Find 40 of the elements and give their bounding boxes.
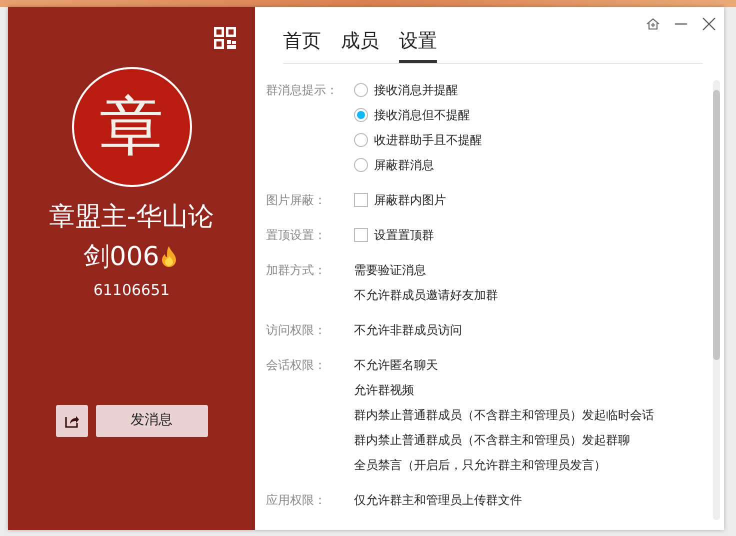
option-label[interactable]: 设置置顶群 — [374, 222, 434, 248]
radio-button[interactable] — [354, 83, 368, 97]
setting-label: 图片屏蔽： — [266, 192, 327, 208]
share-button[interactable] — [56, 404, 88, 436]
group-number: 61106651 — [93, 280, 170, 301]
setting-label: 访问权限： — [266, 322, 327, 338]
setting-value: 不允许群成员邀请好友加群 — [354, 286, 498, 304]
setting-value: 不允许非群成员访问 — [354, 322, 462, 338]
scrollbar[interactable] — [713, 80, 720, 520]
setting-label: 加群方式： — [266, 262, 327, 278]
option-label[interactable]: 接收消息但不提醒 — [374, 102, 470, 128]
setting-value: 全员禁言（开启后，只允许群主和管理员发言） — [354, 456, 606, 474]
setting-label: 置顶设置： — [266, 226, 327, 244]
radio-button[interactable] — [354, 108, 368, 122]
group-avatar: 章 — [72, 67, 192, 187]
tab[interactable]: 成员 — [341, 27, 379, 62]
tab[interactable]: 设置 — [399, 27, 437, 62]
option-label[interactable]: 接收消息并提醒 — [374, 78, 458, 102]
tab[interactable]: 首页 — [283, 27, 321, 62]
group-name: 章盟主-华山论剑006 — [48, 201, 216, 274]
setting-value: 群内禁止普通群成员（不含群主和管理员）发起群聊 — [354, 432, 630, 448]
qr-code-icon[interactable] — [214, 27, 236, 49]
setting-label: 会话权限： — [266, 356, 327, 374]
setting-value: 允许群视频 — [354, 382, 414, 398]
option-label[interactable]: 收进群助手且不提醒 — [374, 128, 482, 152]
house-icon[interactable] — [646, 17, 660, 31]
radio-button[interactable] — [354, 133, 368, 147]
setting-value: 需要验证消息 — [354, 262, 426, 278]
checkbox[interactable] — [354, 228, 368, 242]
radio-button[interactable] — [354, 158, 368, 172]
option-label[interactable]: 屏蔽群内图片 — [374, 188, 446, 212]
setting-value: 不允许匿名聊天 — [354, 356, 438, 374]
checkbox[interactable] — [354, 193, 368, 207]
close-icon[interactable] — [702, 17, 716, 31]
option-label[interactable]: 屏蔽群消息 — [374, 152, 434, 178]
setting-label: 群消息提示： — [266, 82, 339, 98]
send-message-button[interactable]: 发消息 — [96, 404, 208, 436]
setting-label: 应用权限： — [266, 492, 327, 508]
setting-value: 仅允许群主和管理员上传群文件 — [354, 492, 522, 508]
setting-value: 群内禁止普通群成员（不含群主和管理员）发起临时会话 — [354, 406, 654, 424]
